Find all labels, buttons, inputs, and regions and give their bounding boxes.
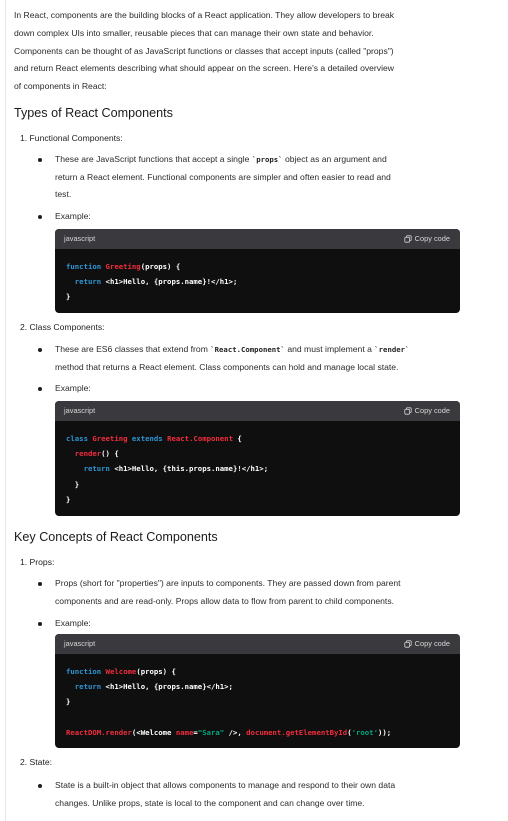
bullet-icon [38, 622, 42, 626]
token: class [66, 434, 93, 443]
text: method that returns a React element. Cla… [55, 361, 399, 372]
bullet-paragraph: These are ES6 classes that extend from `… [55, 341, 457, 376]
token: React.Component [167, 434, 233, 443]
copy-code-button[interactable]: Copy code [404, 639, 450, 648]
bullet-text: Example: [55, 383, 91, 393]
code-language: javascript [64, 639, 96, 648]
code-header: javascript Copy code [55, 634, 460, 654]
text: Props (short for "properties") are input… [55, 578, 401, 588]
token: function [66, 667, 106, 676]
code-header: javascript Copy code [55, 401, 460, 421]
copy-label: Copy code [414, 234, 450, 243]
token: 'root' [351, 727, 378, 737]
text: These are JavaScript functions that acce… [55, 154, 252, 164]
code-block: javascript Copy code function Welcome(pr… [55, 634, 460, 748]
copy-icon [404, 234, 412, 243]
token: ReactDOM.render [66, 727, 132, 737]
text: return a React element. Functional compo… [55, 171, 391, 182]
text: and must implement a [284, 344, 375, 354]
token: <h1>Hello, {props.name}!</h1>; [105, 277, 238, 287]
token: Greeting [92, 434, 128, 443]
token: Greeting [105, 262, 141, 271]
copy-code-button[interactable]: Copy code [404, 406, 450, 415]
section-heading: Key Concepts of React Components [14, 530, 218, 544]
bullet-icon [38, 215, 42, 219]
token: () { [101, 449, 119, 459]
token: { [232, 434, 242, 443]
token: <h1>Hello, {props.name}</h1>; [105, 682, 233, 692]
copy-label: Copy code [414, 639, 450, 648]
token: (<Welcome [131, 727, 176, 737]
left-divider [5, 0, 6, 821]
token: (props) { [140, 262, 181, 271]
inline-code: `React.Component` [210, 345, 285, 354]
bullet-icon [38, 582, 42, 586]
intro-paragraph: In React, components are the building bl… [14, 7, 458, 96]
code-content: function Welcome(props) { return <h1>Hel… [55, 654, 460, 740]
token: />, [224, 727, 247, 737]
code-content: class Greeting extends React.Component {… [55, 421, 460, 507]
token: "Sara" [197, 727, 225, 737]
token: } [66, 494, 71, 504]
chat-response: In React, components are the building bl… [0, 0, 508, 821]
bullet-icon [38, 784, 42, 788]
intro-line: In React, components are the building bl… [14, 10, 395, 20]
copy-label: Copy code [414, 406, 450, 415]
intro-line: down complex UIs into smaller, reusable … [14, 27, 374, 38]
copy-icon [404, 406, 412, 415]
text: components and are read-only. Props allo… [55, 595, 394, 606]
text: State is a built-in object that allows c… [55, 780, 396, 790]
inline-code: `render` [374, 345, 410, 354]
token: } [66, 479, 80, 489]
token: name [175, 727, 194, 737]
bullet-icon [38, 348, 42, 352]
list-item-label: 2. State: [20, 757, 53, 767]
token: return [66, 464, 115, 474]
code-block: javascript Copy code function Greeting(p… [55, 229, 460, 313]
list-item-label: 1. Props: [20, 557, 55, 567]
copy-code-button[interactable]: Copy code [404, 234, 450, 243]
token: <h1>Hello, {this.props.name}!</h1>; [114, 464, 269, 474]
intro-line: and return React elements describing wha… [14, 63, 394, 74]
token: function [66, 262, 106, 271]
list-item-label: 1. Functional Components: [20, 133, 123, 143]
token: } [66, 697, 71, 707]
section-heading: Types of React Components [14, 106, 173, 120]
bullet-text: Example: [55, 211, 91, 221]
code-block: javascript Copy code class Greeting exte… [55, 401, 460, 516]
code-language: javascript [64, 406, 96, 415]
bullet-text: Example: [55, 618, 91, 628]
token: (props) { [136, 667, 176, 676]
bullet-paragraph: These are JavaScript functions that acce… [55, 151, 457, 204]
copy-icon [404, 639, 412, 648]
token: render [66, 449, 102, 459]
intro-line: Components can be thought of as JavaScri… [14, 45, 394, 56]
intro-line: of components in React: [14, 81, 107, 92]
token: document.getElementById [246, 727, 348, 737]
token: extends [127, 434, 168, 443]
token: Welcome [105, 667, 137, 676]
bullet-icon [38, 387, 42, 391]
bullet-paragraph: Props (short for "properties") are input… [55, 575, 457, 610]
inline-code: `props` [251, 155, 283, 164]
token: return [66, 277, 106, 287]
token: )); [377, 727, 392, 737]
text: These are ES6 classes that extend from [55, 344, 211, 354]
code-language: javascript [64, 234, 96, 243]
bullet-paragraph: State is a built-in object that allows c… [55, 777, 457, 812]
list-item-label: 2. Class Components: [20, 322, 105, 332]
token: return [66, 682, 106, 692]
text: test. [55, 189, 72, 200]
text: changes. Unlike props, state is local to… [55, 797, 365, 808]
text: object as an argument and [282, 154, 387, 164]
code-content: function Greeting(props) { return <h1>He… [55, 249, 460, 305]
bullet-icon [38, 158, 42, 162]
token: } [66, 292, 71, 302]
code-header: javascript Copy code [55, 229, 460, 249]
